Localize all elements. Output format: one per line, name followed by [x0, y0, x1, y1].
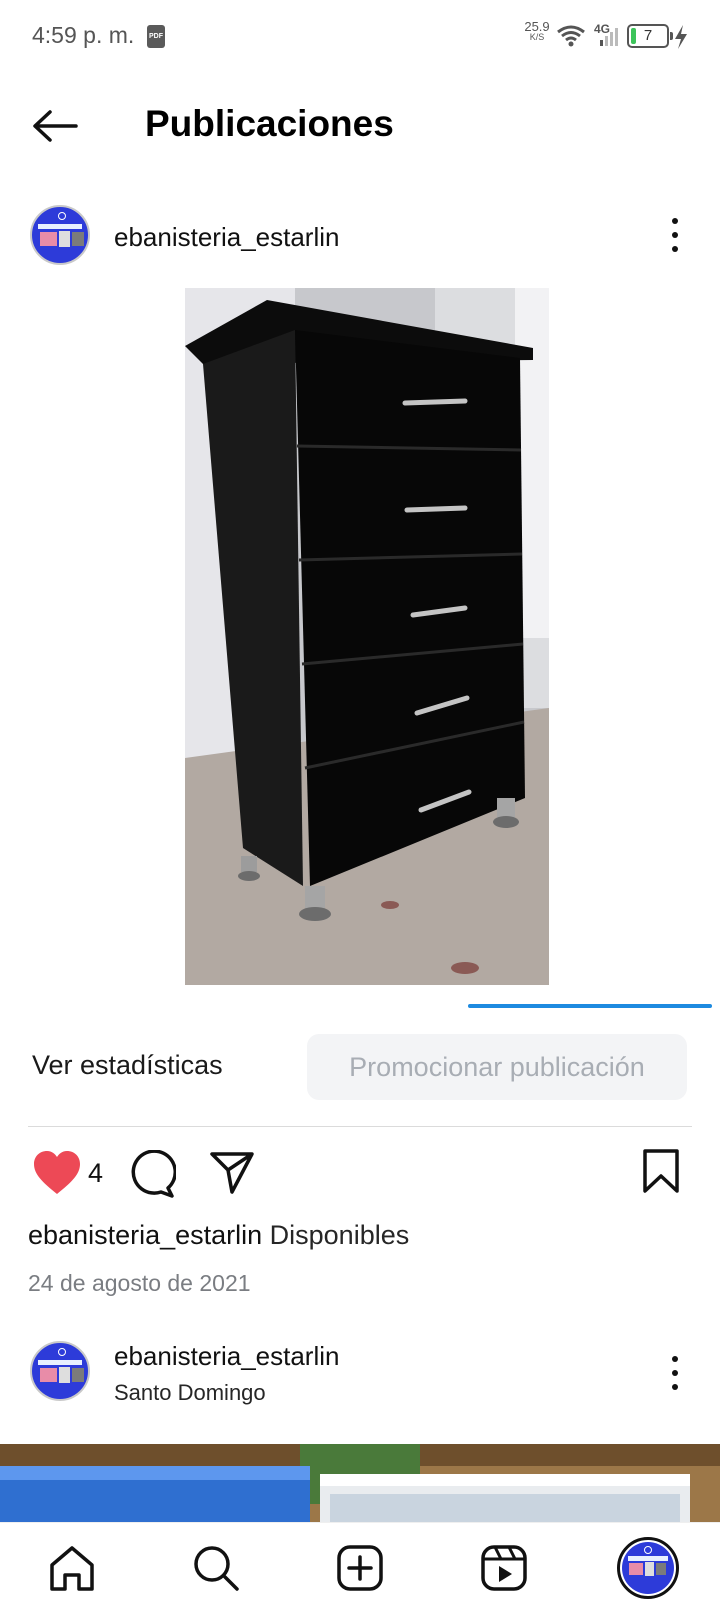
- post-image[interactable]: [185, 288, 549, 985]
- network-speed-unit: K/S: [529, 32, 545, 42]
- network-speed: 25.9 K/S: [520, 20, 554, 42]
- avatar[interactable]: [30, 205, 90, 265]
- search-icon[interactable]: [191, 1543, 241, 1593]
- post-caption: ebanisteria_estarlin Disponibles: [28, 1220, 409, 1251]
- comment-icon[interactable]: [128, 1150, 176, 1198]
- post-location[interactable]: Santo Domingo: [114, 1380, 266, 1406]
- battery-icon: 7: [627, 24, 673, 48]
- back-arrow-icon[interactable]: [30, 106, 80, 146]
- caption-text: Disponibles: [269, 1220, 410, 1250]
- charging-bolt-icon: [675, 25, 687, 49]
- bottom-nav: [0, 1522, 720, 1612]
- home-icon[interactable]: [47, 1543, 97, 1593]
- promote-post-button[interactable]: Promocionar publicación: [307, 1034, 687, 1100]
- post-username[interactable]: ebanisteria_estarlin: [114, 222, 339, 253]
- status-bar: 4:59 p. m. PDF 25.9 K/S 4G 7: [0, 0, 720, 72]
- battery-level: 7: [643, 27, 653, 44]
- bookmark-icon[interactable]: [641, 1148, 681, 1194]
- create-icon[interactable]: [335, 1543, 385, 1593]
- page-title: Publicaciones: [145, 103, 394, 144]
- more-vertical-icon[interactable]: [669, 1356, 681, 1392]
- wifi-icon: [557, 25, 585, 47]
- post-date: 24 de agosto de 2021: [28, 1270, 251, 1296]
- dresser-photo: [185, 288, 549, 985]
- next-post-username[interactable]: ebanisteria_estarlin: [114, 1341, 339, 1372]
- avatar: [622, 1542, 674, 1594]
- like-count[interactable]: 4: [88, 1158, 103, 1189]
- view-insights-link[interactable]: Ver estadísticas: [32, 1050, 223, 1081]
- pdf-icon: PDF: [147, 25, 165, 48]
- caption-username[interactable]: ebanisteria_estarlin: [28, 1220, 262, 1250]
- profile-avatar[interactable]: [617, 1537, 679, 1599]
- more-vertical-icon[interactable]: [669, 218, 681, 254]
- avatar[interactable]: [30, 1341, 90, 1401]
- share-icon[interactable]: [208, 1148, 256, 1196]
- carousel-indicator: [468, 1004, 712, 1008]
- signal-icon: 4G: [594, 22, 624, 48]
- divider: [28, 1126, 692, 1127]
- heart-icon[interactable]: [32, 1150, 82, 1196]
- status-time: 4:59 p. m.: [32, 22, 135, 48]
- reels-icon[interactable]: [479, 1543, 529, 1593]
